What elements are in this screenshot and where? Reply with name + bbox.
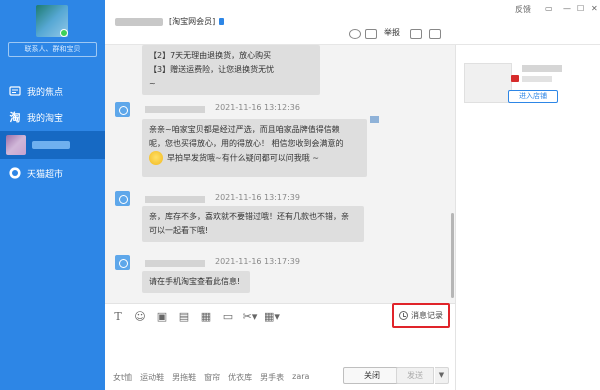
search-input[interactable]: 联系人、群和宝贝 <box>8 42 97 57</box>
profile-icon[interactable] <box>349 29 361 39</box>
feedback-link[interactable]: 反馈 <box>515 4 531 15</box>
online-status-icon <box>60 29 68 37</box>
smile-emoji-icon <box>149 151 163 165</box>
message-bubble: 请在手机淘宝查看此信息! <box>142 271 250 293</box>
image-icon[interactable]: ▣ <box>153 310 171 324</box>
message-history-button[interactable]: 消息记录 <box>392 303 450 328</box>
shop-name-blurred <box>522 65 562 72</box>
sender-name-blurred <box>145 260 205 267</box>
font-icon[interactable]: T <box>109 310 127 324</box>
message-line: ~ <box>149 79 156 88</box>
message-bubble: 亲亲~咱家宝贝都是经过严选，而且咱家品牌值得信赖 呢，您也买得放心，用的得放心！… <box>142 119 367 177</box>
message-line: 早拍早发货哦~有什么疑问都可以问我哦 ~ <box>167 153 319 163</box>
tag-link[interactable]: 男拖鞋 <box>172 372 196 383</box>
clock-icon <box>399 311 408 320</box>
chat-header: [淘宝网会员] 反馈 ▭ — ☐ ✕ 举报 <box>105 0 600 45</box>
member-badge-icon <box>219 18 225 25</box>
tag-link[interactable]: 窗帘 <box>204 372 220 383</box>
sidebar-item-mytaobao[interactable]: 淘 我的淘宝 <box>0 104 105 130</box>
chat-messages[interactable]: 【2】7天无理由退换货，放心购买 【3】赠送运费险，让您退换货无忧 ~ 2021… <box>105 45 455 303</box>
taobao-icon: 淘 <box>9 111 21 124</box>
message-line: 亲亲~咱家宝贝都是经过严选，而且咱家品牌值得信赖 <box>149 125 340 134</box>
camera-icon[interactable] <box>365 29 377 39</box>
sender-name-blurred <box>145 196 205 203</box>
table-icon[interactable]: ▦▾ <box>263 310 281 324</box>
seller-avatar[interactable] <box>115 191 130 206</box>
message-line: 呢，您也买得放心，用的得放心！ 相信您收到会满意的 <box>149 139 344 148</box>
close-icon[interactable]: ✕ <box>591 4 598 13</box>
close-button[interactable]: 关闭 <box>343 367 401 384</box>
tag-link[interactable]: 优衣库 <box>228 372 252 383</box>
message-line: 可以一起看下哦! <box>149 226 209 235</box>
shop-avatar <box>6 135 26 155</box>
tag-link[interactable]: 运动鞋 <box>140 372 164 383</box>
chat-scrollbar[interactable] <box>451 213 454 298</box>
history-label: 消息记录 <box>411 311 443 320</box>
quick-reply-icon[interactable]: ▭ <box>219 310 237 324</box>
grid-icon[interactable] <box>429 29 441 39</box>
report-button[interactable]: 举报 <box>384 27 400 38</box>
message-input[interactable] <box>105 329 455 366</box>
scissors-icon[interactable]: ✂▾ <box>241 310 259 324</box>
tag-link[interactable]: 男手表 <box>260 372 284 383</box>
bottom-bar: 女t恤 运动鞋 男拖鞋 窗帘 优衣库 男手表 zara 关闭 发送 ▼ <box>105 366 455 390</box>
minimize-icon[interactable]: — <box>563 4 571 13</box>
shop-meta-blurred <box>522 76 552 82</box>
message-bubble: 亲，库存不多，喜欢就不要错过哦！还有几款也不错，亲 可以一起看下哦! <box>142 206 364 242</box>
sidebar-item-label: 天猫超市 <box>27 169 64 180</box>
folder-icon[interactable] <box>410 29 422 39</box>
skin-icon[interactable]: ▭ <box>545 4 553 13</box>
tag-link[interactable]: zara <box>292 372 309 383</box>
sidebar-item-label: 我的淘宝 <box>27 113 64 124</box>
hot-tags: 女t恤 运动鞋 男拖鞋 窗帘 优衣库 男手表 zara <box>113 372 317 383</box>
chat-title: [淘宝网会员] <box>115 16 225 27</box>
seller-avatar[interactable] <box>115 102 130 117</box>
message-bubble: 【2】7天无理由退换货，放心购买 【3】赠送运费险，让您退换货无忧 ~ <box>142 45 320 95</box>
shop-badge-icon <box>511 75 519 82</box>
enter-shop-button[interactable]: 进入店铺 <box>508 90 558 103</box>
gift-icon[interactable]: ▦ <box>197 310 215 324</box>
shop-info-panel: 进入店铺 <box>455 45 600 390</box>
message-line: 亲，库存不多，喜欢就不要错过哦！还有几款也不错，亲 <box>149 212 349 221</box>
emoji-icon[interactable]: ☺ <box>131 310 149 324</box>
sender-name-blurred <box>145 106 205 113</box>
message-time: 2021-11-16 13:17:39 <box>215 193 300 202</box>
sidebar-item-tmall[interactable]: 天猫超市 <box>0 160 105 186</box>
tag-link[interactable]: 女t恤 <box>113 372 132 383</box>
message-line: 【2】7天无理由退换货，放心购买 <box>149 51 272 60</box>
message-line: 请在手机淘宝查看此信息! <box>149 277 241 286</box>
member-label: [淘宝网会员] <box>169 17 216 26</box>
message-line: 【3】赠送运费险，让您退换货无忧 <box>149 65 275 74</box>
folder-icon[interactable]: ▤ <box>175 310 193 324</box>
focus-icon <box>9 85 21 97</box>
message-time: 2021-11-16 13:17:39 <box>215 257 300 266</box>
sidebar-item-label: 我的焦点 <box>27 87 64 98</box>
more-icon[interactable] <box>370 116 379 123</box>
shop-logo <box>464 63 512 103</box>
maximize-icon[interactable]: ☐ <box>577 4 584 13</box>
sidebar-item-current-shop[interactable] <box>0 131 105 159</box>
shop-name-blurred <box>32 141 70 149</box>
send-button[interactable]: 发送 <box>396 367 434 384</box>
tmall-icon <box>9 167 21 179</box>
message-time: 2021-11-16 13:12:36 <box>215 103 300 112</box>
sidebar-item-focus[interactable]: 我的焦点 <box>0 78 105 104</box>
send-options-dropdown[interactable]: ▼ <box>435 367 449 384</box>
contact-name-blurred <box>115 17 163 26</box>
sidebar: 联系人、群和宝贝 我的焦点 淘 我的淘宝 天猫超市 <box>0 0 105 390</box>
seller-avatar[interactable] <box>115 255 130 270</box>
